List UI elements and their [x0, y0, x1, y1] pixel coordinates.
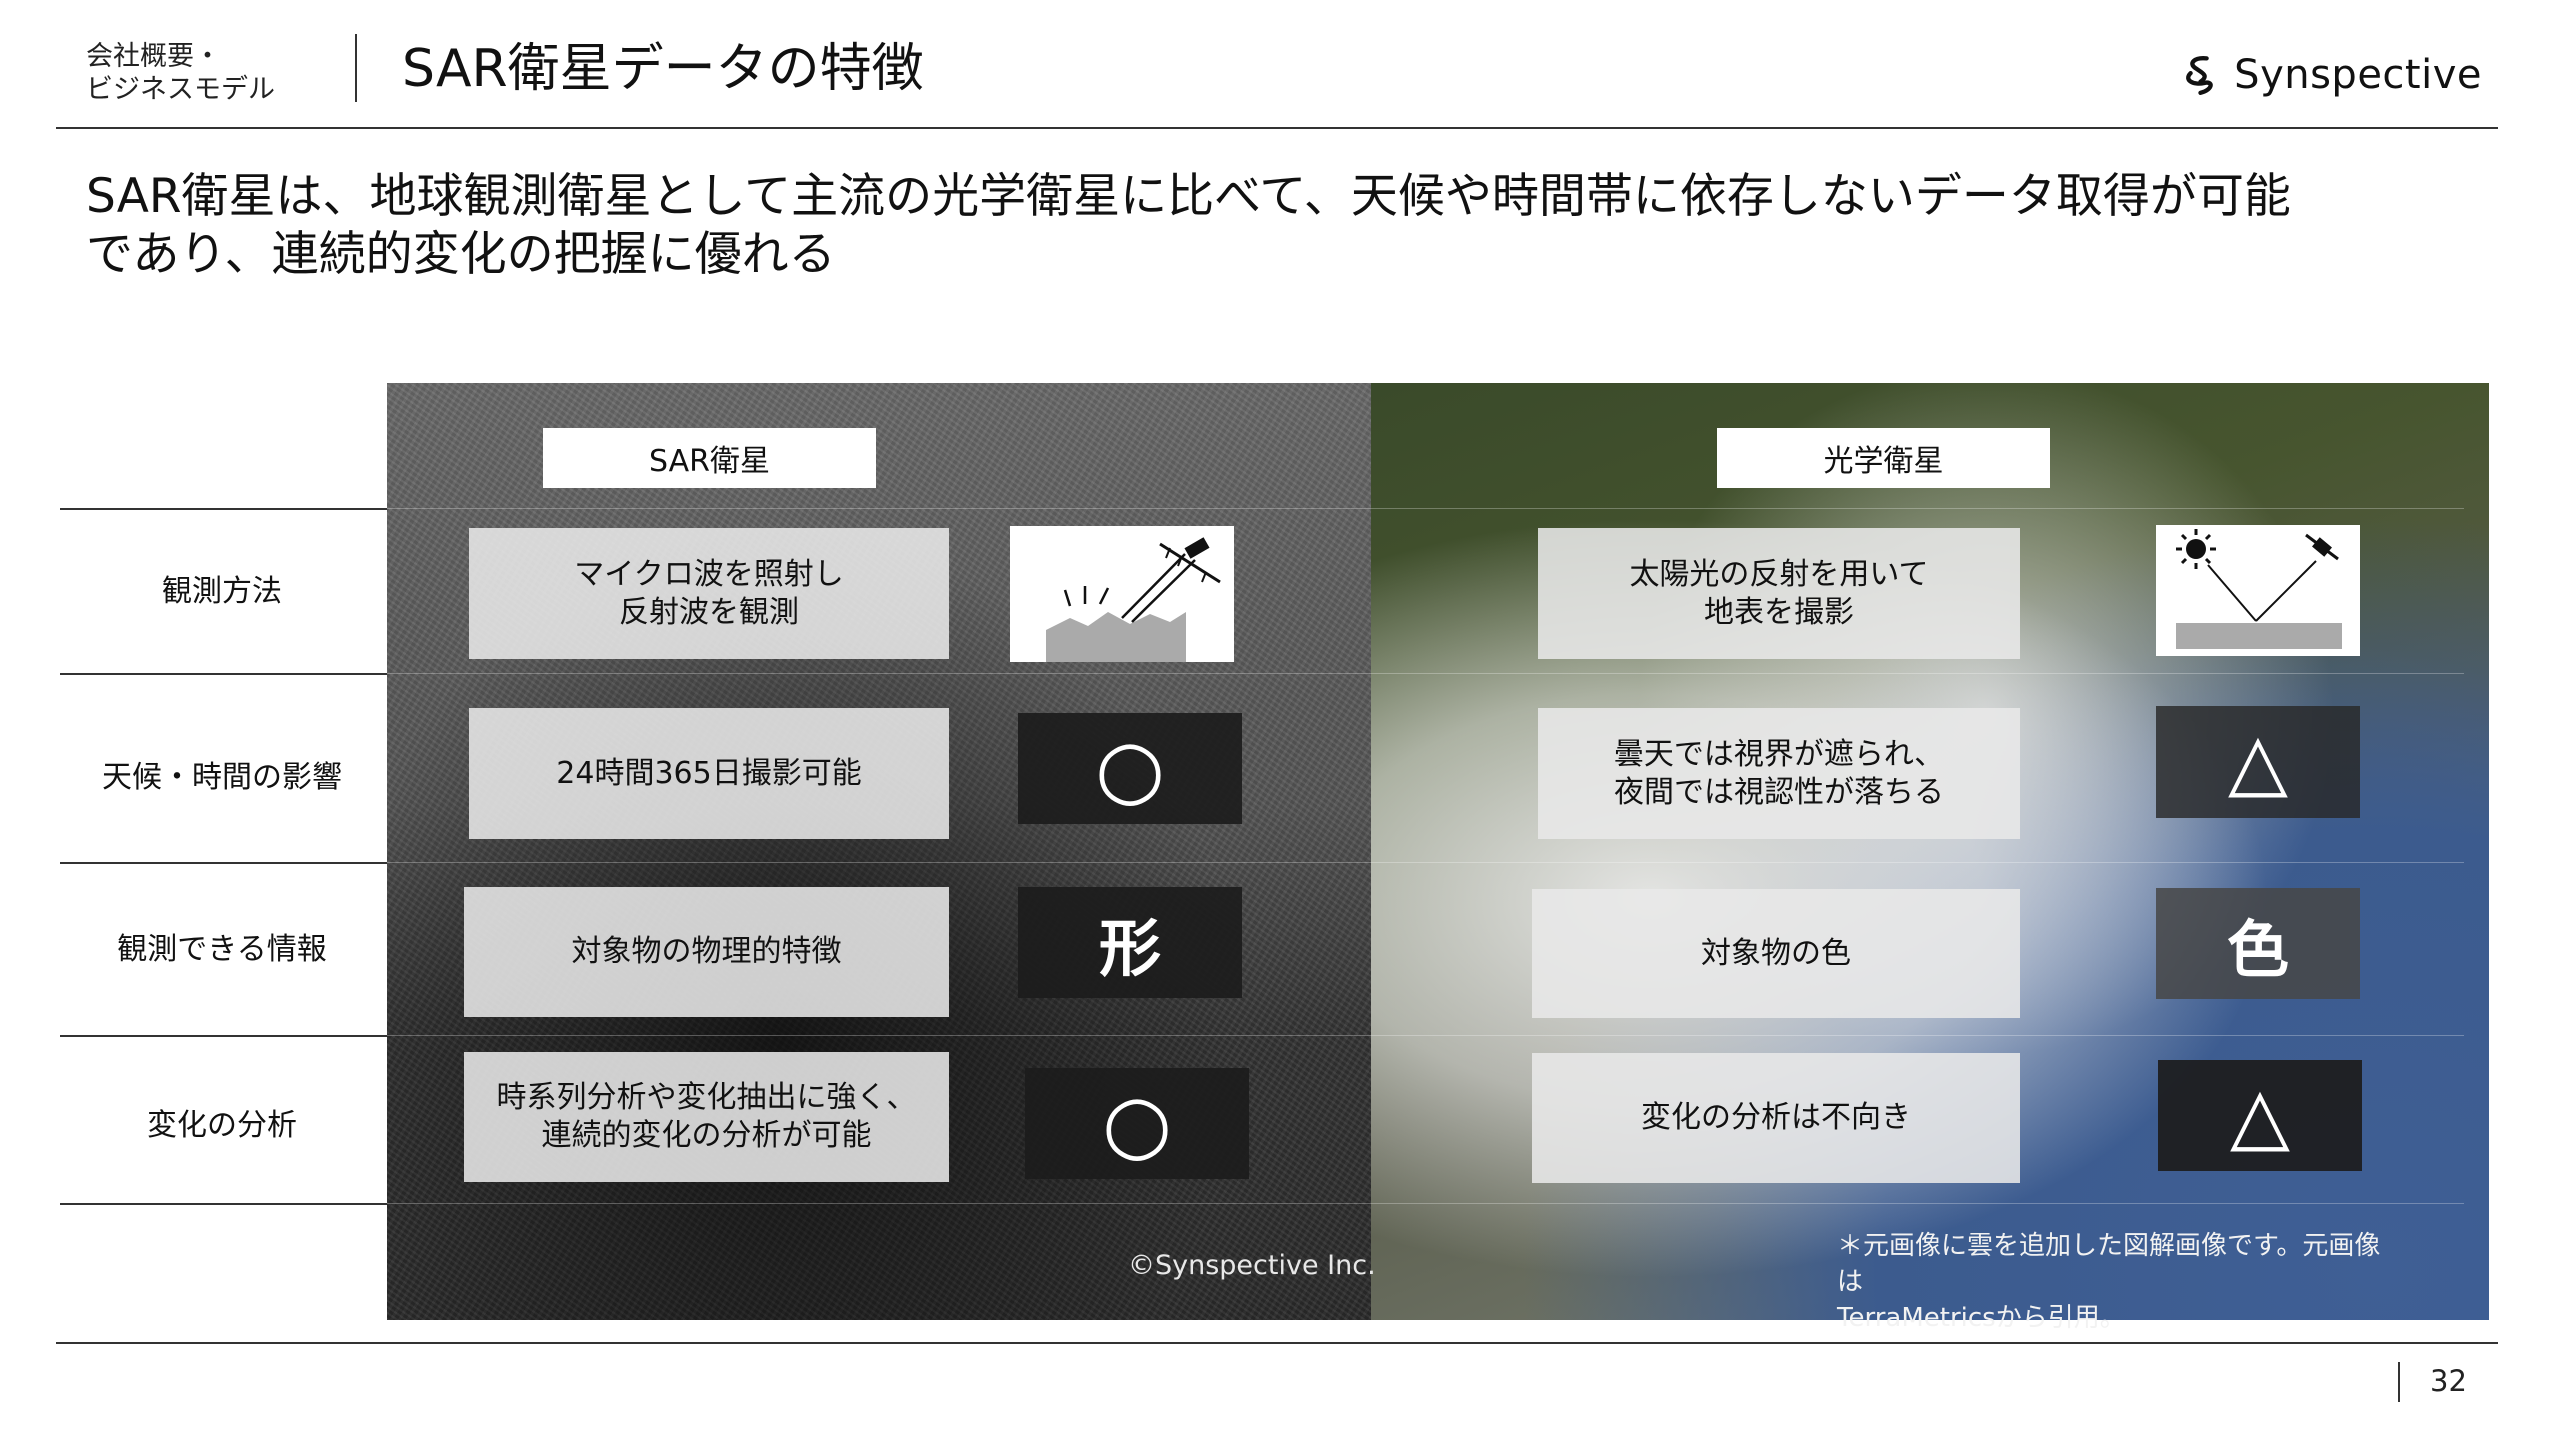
optical-image-note: ＊元画像に雲を追加した図解画像です。元画像は TerraMetricsから引用。: [1837, 1228, 2397, 1336]
row-label-change-analysis: 変化の分析: [147, 1108, 297, 1143]
color-kanji-mark: 色: [2226, 912, 2289, 986]
optical-weather-rating: △: [2156, 706, 2360, 818]
optical-method-line1: 太陽光の反射を用いて: [1629, 556, 1929, 592]
row-divider: [60, 673, 2464, 675]
sunlight-reflection-diagram-icon: [2156, 525, 2360, 656]
sar-method-line2: 反射波を観測: [619, 594, 799, 630]
lead-line2: であり、連続的変化の把握に優れる: [86, 227, 836, 282]
lead-text: SAR衛星は、地球観測衛星として主流の光学衛星に比べて、天候や時間帯に依存しない…: [86, 168, 2506, 284]
row-label-weather: 天候・時間の影響: [102, 760, 342, 795]
optical-cell-change-analysis: 変化の分析は不向き: [1532, 1053, 2020, 1183]
optical-note-line2: TerraMetricsから引用。: [1837, 1303, 2126, 1333]
lead-line1: SAR衛星は、地球観測衛星として主流の光学衛星に比べて、天候や時間帯に依存しない…: [86, 169, 2291, 224]
sar-change-line2: 連続的変化の分析が可能: [541, 1118, 872, 1153]
sar-change-rating: ○: [1025, 1068, 1249, 1179]
optical-change-line1: 変化の分析は不向き: [1641, 1100, 1911, 1135]
sar-weather-line1: 24時間365日撮影可能: [556, 755, 862, 791]
optical-cell-method: 太陽光の反射を用いて 地表を撮影: [1538, 528, 2020, 659]
column-header-optical: 光学衛星: [1717, 428, 2050, 488]
sar-cell-change-analysis: 時系列分析や変化抽出に強く、 連続的変化の分析が可能: [464, 1052, 949, 1182]
sar-information-mark: 形: [1018, 887, 1242, 998]
sar-information-line1: 対象物の物理的特徴: [571, 934, 842, 969]
sar-weather-rating: ○: [1018, 713, 1242, 824]
header-divider: [355, 34, 357, 102]
optical-cell-weather: 曇天では視界が遮られ、 夜間では視認性が落ちる: [1538, 708, 2020, 839]
optical-information-mark: 色: [2156, 888, 2360, 999]
sar-method-line1: マイクロ波を照射し: [574, 556, 844, 592]
section-label: 会社概要・ ビジネスモデル: [86, 40, 346, 106]
triangle-mark-icon: △: [2228, 717, 2288, 807]
row-divider: [60, 1035, 2464, 1037]
shape-kanji-mark: 形: [1098, 911, 1161, 985]
optical-information-line1: 対象物の色: [1701, 935, 1851, 971]
sar-change-line1: 時系列分析や変化抽出に強く、: [496, 1080, 917, 1115]
sar-cell-weather: 24時間365日撮影可能: [469, 708, 949, 839]
section-label-line1: 会社概要・: [86, 41, 221, 72]
row-divider: [60, 508, 2464, 510]
optical-weather-line1: 曇天では視界が遮られ、: [1613, 736, 1945, 772]
synspective-logo-icon: [2186, 56, 2213, 96]
page-title: SAR衛星データの特徴: [402, 39, 924, 99]
row-divider: [60, 862, 2464, 864]
section-label-line2: ビジネスモデル: [86, 74, 275, 105]
sar-image-credit: ©Synspective Inc.: [1128, 1250, 1376, 1281]
sar-observation-diagram-icon: [1010, 526, 1234, 662]
optical-weather-line2: 夜間では視認性が落ちる: [1614, 774, 1944, 810]
sar-cell-information: 対象物の物理的特徴: [464, 887, 949, 1017]
top-rule: [56, 127, 2498, 129]
sar-cell-method: マイクロ波を照射し 反射波を観測: [469, 528, 949, 659]
column-header-sar: SAR衛星: [543, 428, 876, 488]
optical-cell-information: 対象物の色: [1532, 889, 2020, 1018]
bottom-rule: [56, 1342, 2498, 1344]
row-divider: [60, 1203, 2464, 1205]
optical-note-line1: ＊元画像に雲を追加した図解画像です。元画像は: [1837, 1231, 2381, 1297]
row-label-method: 観測方法: [162, 574, 282, 609]
circle-mark-icon: ○: [1095, 722, 1165, 815]
optical-change-rating: △: [2158, 1060, 2362, 1171]
brand-logo: Synspective: [2182, 40, 2482, 110]
optical-method-line2: 地表を撮影: [1703, 594, 1854, 630]
triangle-mark-icon: △: [2230, 1070, 2290, 1161]
page-number: 32: [2430, 1364, 2467, 1398]
brand-name: Synspective: [2234, 52, 2482, 98]
circle-mark-icon: ○: [1102, 1077, 1172, 1170]
page-number-divider: [2398, 1362, 2400, 1402]
row-label-information: 観測できる情報: [117, 932, 327, 967]
